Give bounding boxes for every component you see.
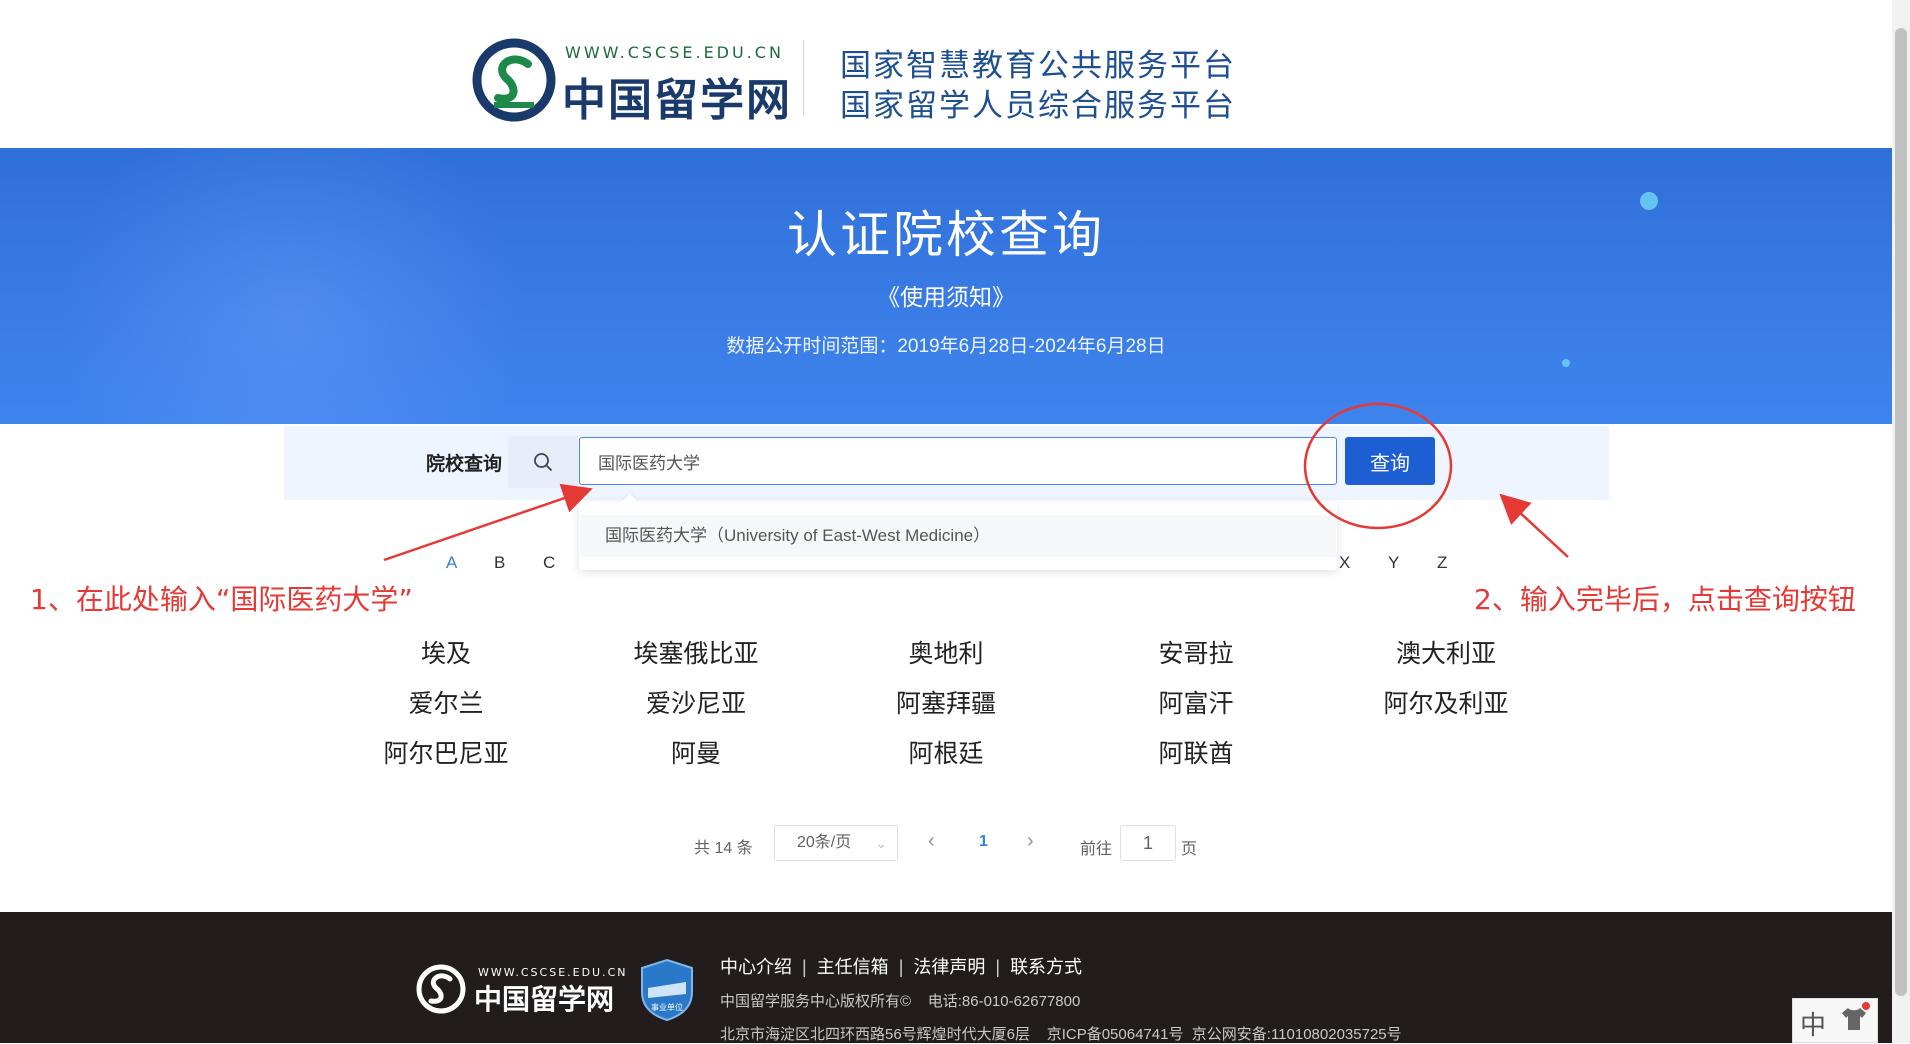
header-divider [803, 40, 804, 116]
suggestion-item[interactable]: 国际医药大学（University of East-West Medicine） [580, 515, 1336, 557]
search-button[interactable]: 查询 [1345, 437, 1435, 485]
scrollbar-thumb[interactable] [1895, 28, 1907, 996]
footer-logo-icon [416, 964, 466, 1014]
letter-filter-c[interactable]: C [543, 553, 555, 573]
country-item[interactable]: 阿曼 [571, 734, 821, 770]
country-item[interactable]: 奥地利 [821, 634, 1071, 670]
letter-filter-y[interactable]: Y [1388, 553, 1399, 573]
usage-notice-link[interactable]: 《使用须知》 [0, 278, 1892, 312]
data-date-range: 数据公开时间范围：2019年6月28日-2024年6月28日 [726, 336, 1166, 357]
country-item[interactable]: 安哥拉 [1071, 634, 1321, 670]
country-item[interactable]: 阿塞拜疆 [821, 684, 1071, 720]
footer-copyright: 中国留学服务中心版权所有© 电话:86-010-62677800 [720, 993, 1081, 1010]
footer-link-legal[interactable]: 法律声明 [913, 957, 985, 977]
search-label: 院校查询 [426, 454, 503, 475]
cscse-logo-icon[interactable] [472, 38, 556, 122]
country-item[interactable]: 爱尔兰 [321, 684, 571, 720]
country-item[interactable]: 埃及 [321, 634, 571, 670]
school-search-input[interactable] [579, 437, 1337, 485]
country-item[interactable]: 埃塞俄比亚 [571, 634, 821, 670]
page-size-select[interactable]: 20条/页 ⌄ [774, 825, 898, 861]
footer-links: 中心介绍 | 主任信箱 | 法律声明 | 联系方式 [720, 953, 1082, 979]
footer-link-mailbox[interactable]: 主任信箱 [817, 957, 889, 977]
platform-name-line1: 国家智慧教育公共服务平台 [840, 48, 1236, 84]
ime-mode-toggle[interactable]: 中 [1800, 1005, 1826, 1042]
notification-dot [1862, 1002, 1870, 1010]
goto-label: 前往 [1080, 841, 1113, 858]
link-separator: | [995, 957, 1001, 977]
country-item[interactable]: 阿联酋 [1071, 734, 1321, 770]
country-item[interactable]: 阿尔巴尼亚 [321, 734, 571, 770]
link-separator: | [802, 957, 807, 977]
institution-badge-icon[interactable]: 事业单位 [640, 958, 694, 1022]
footer-link-contact[interactable]: 联系方式 [1010, 957, 1082, 977]
chevron-down-icon: ⌄ [875, 835, 887, 851]
footer-address: 北京市海淀区北四环西路56号辉煌时代大厦6层 京ICP备05064741号 京公… [720, 1026, 1402, 1043]
footer-site-name: 中国留学网 [474, 983, 615, 1016]
letter-filter-z[interactable]: Z [1437, 553, 1447, 573]
pagination-total: 共 14 条 [694, 840, 753, 857]
country-item[interactable]: 爱沙尼亚 [571, 684, 821, 720]
letter-filter-a[interactable]: A [446, 553, 457, 573]
logo-url-text: WWW.CSCSE.EDU.CN [565, 43, 784, 62]
country-item[interactable]: 阿富汗 [1071, 684, 1321, 720]
letter-filter-x[interactable]: X [1339, 553, 1350, 573]
page-size-value: 20条/页 [797, 834, 852, 851]
badge-label: 事业单位 [651, 1002, 683, 1012]
annotation-arrow-1 [383, 483, 593, 562]
annotation-step2: 2、输入完毕后，点击查询按钮 [1474, 583, 1856, 616]
footer-link-about[interactable]: 中心介绍 [720, 957, 792, 977]
logo-site-name[interactable]: 中国留学网 [562, 64, 792, 128]
annotation-step1: 1、在此处输入“国际医药大学” [30, 583, 413, 616]
country-item[interactable]: 阿根廷 [821, 734, 1071, 770]
country-item[interactable]: 阿尔及利亚 [1321, 684, 1571, 720]
prev-page-button[interactable]: ‹ [928, 830, 935, 853]
annotation-arrow-2 [1499, 493, 1569, 558]
decor-dot [1562, 359, 1570, 367]
skin-shirt-icon[interactable] [1840, 1006, 1868, 1032]
page-number-1[interactable]: 1 [979, 833, 988, 851]
country-item[interactable]: 澳大利亚 [1321, 634, 1571, 670]
next-page-button[interactable]: › [1027, 830, 1034, 853]
page-title: 认证院校查询 [787, 206, 1105, 264]
letter-filter-b[interactable]: B [494, 553, 505, 573]
goto-suffix: 页 [1181, 841, 1198, 858]
platform-name-line2: 国家留学人员综合服务平台 [840, 88, 1236, 124]
link-separator: | [898, 957, 904, 977]
search-icon [508, 436, 578, 488]
goto-page-input[interactable] [1120, 825, 1176, 861]
